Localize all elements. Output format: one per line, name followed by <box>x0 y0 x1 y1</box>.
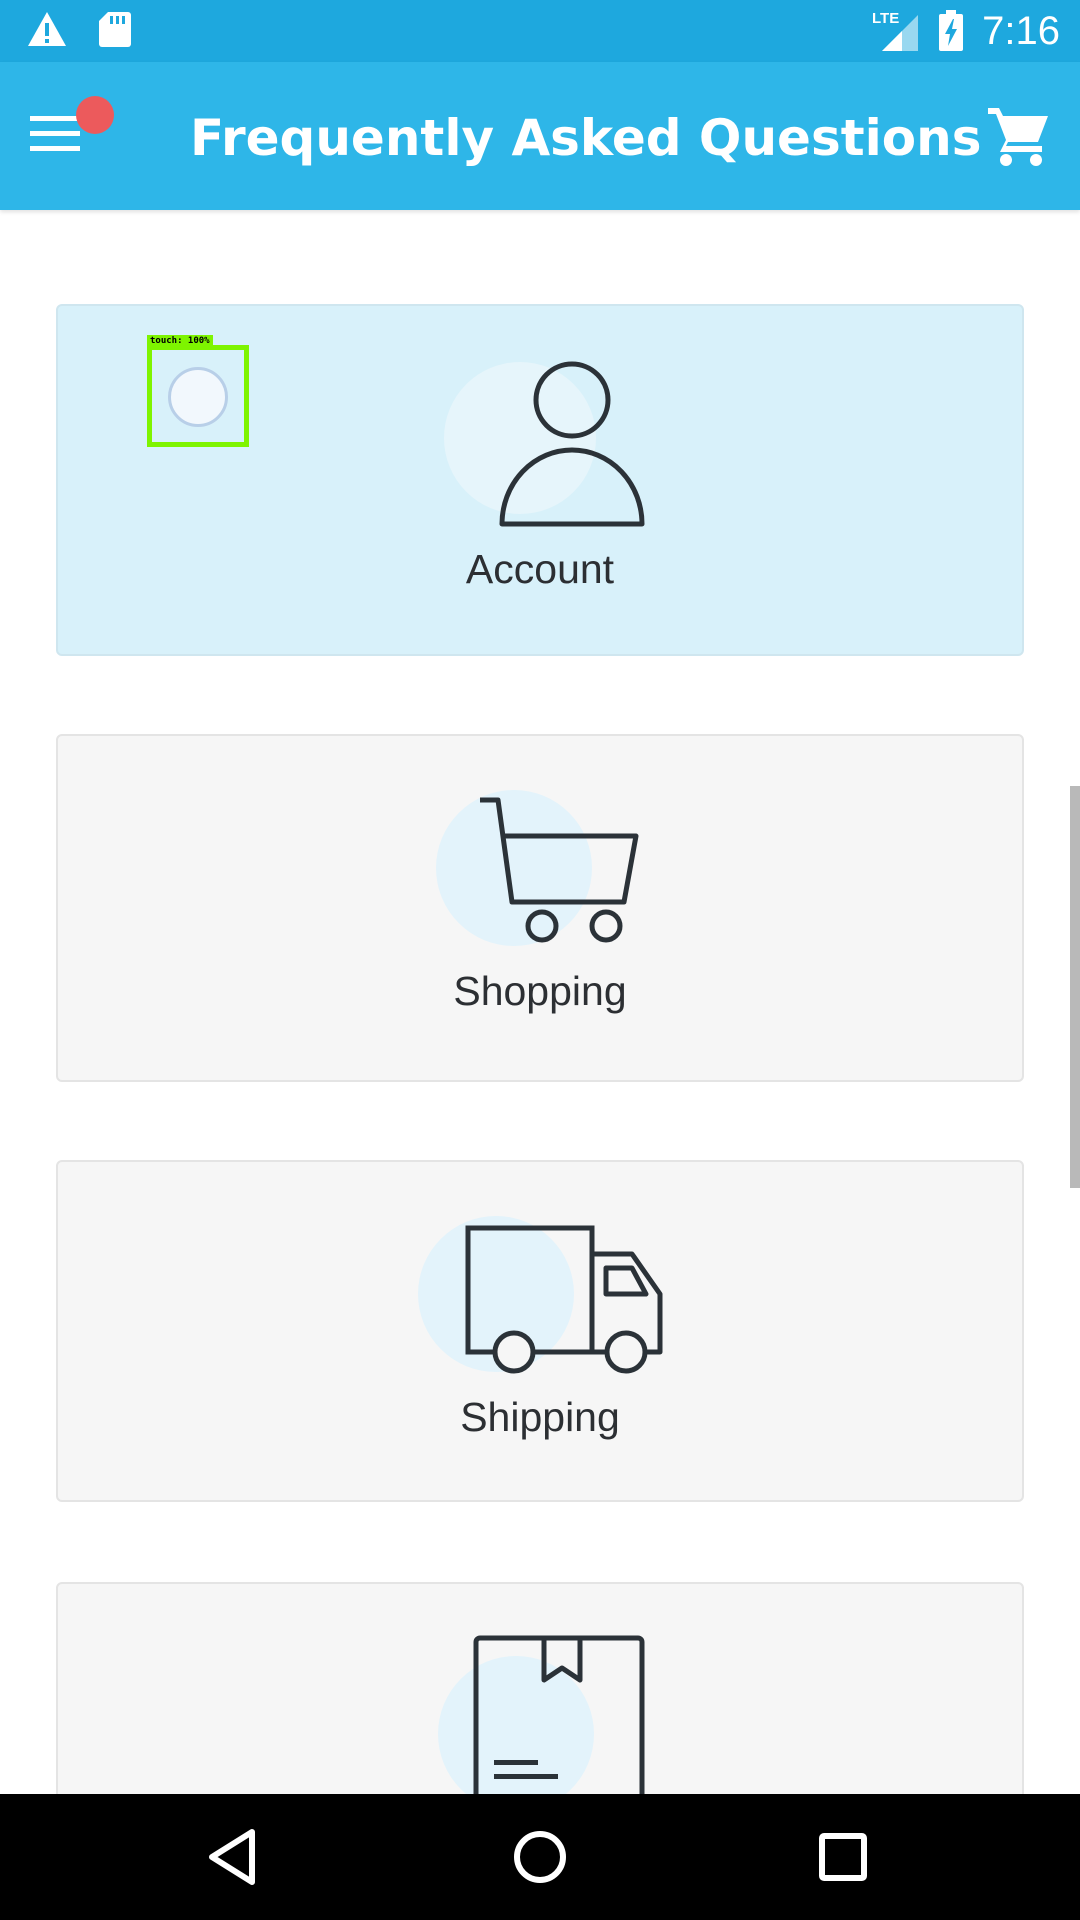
signal-icon: LTE <box>872 10 919 51</box>
category-label: Account <box>465 546 615 592</box>
faq-category-list: Account Shopping Shipping touch: 100% <box>0 210 1080 1794</box>
cart-icon <box>480 797 639 943</box>
home-icon[interactable] <box>505 1824 575 1890</box>
category-label: Shopping <box>453 968 627 1014</box>
person-icon <box>499 361 645 527</box>
touch-point <box>168 367 228 427</box>
status-left-icons <box>26 10 132 48</box>
recents-icon[interactable] <box>808 1824 878 1890</box>
shopping-cart-icon <box>988 108 1048 166</box>
status-right-icons: LTE 7:16 <box>872 6 1060 56</box>
warning-icon <box>28 12 66 46</box>
menu-button[interactable] <box>28 96 118 176</box>
sd-card-icon <box>99 12 131 47</box>
category-card-shipping[interactable]: Shipping <box>56 1160 1024 1502</box>
back-icon[interactable] <box>200 1824 270 1890</box>
status-bar: LTE 7:16 <box>0 0 1080 62</box>
navigation-bar <box>0 1794 1080 1920</box>
category-card-document[interactable] <box>56 1582 1024 1794</box>
truck-icon <box>465 1225 663 1374</box>
battery-charging-icon <box>939 10 964 51</box>
app-bar: Frequently Asked Questions <box>0 62 1080 210</box>
document-icon <box>473 1635 645 1794</box>
svg-text:LTE: LTE <box>872 10 899 27</box>
scrollbar-thumb[interactable] <box>1070 786 1080 1188</box>
cart-button[interactable] <box>986 106 1050 168</box>
category-card-shopping[interactable]: Shopping <box>56 734 1024 1082</box>
notification-dot <box>76 96 114 134</box>
status-time: 7:16 <box>982 9 1060 53</box>
page-title: Frequently Asked Questions <box>190 109 982 167</box>
category-label: Shipping <box>460 1394 620 1440</box>
